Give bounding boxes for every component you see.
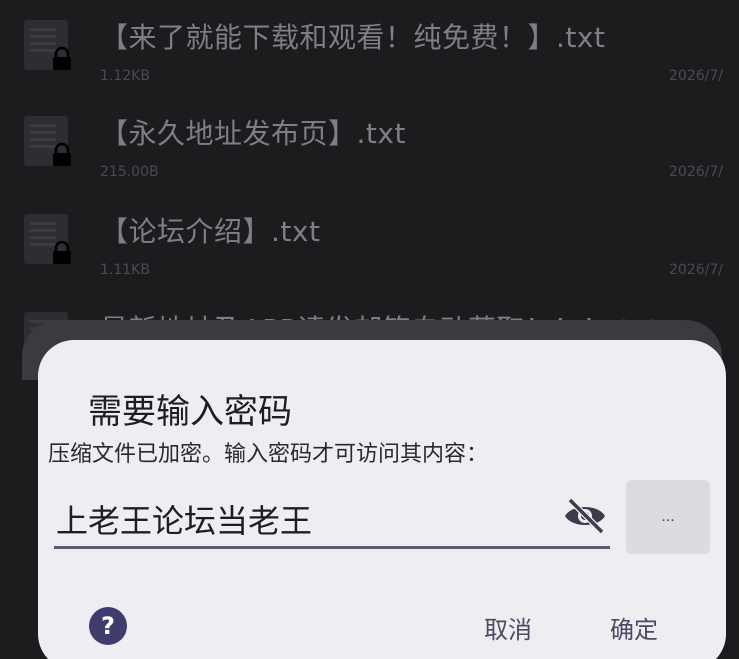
lock-icon <box>53 240 71 264</box>
file-row[interactable]: 【论坛介绍】.txt 1.11KB 2026/7/ <box>0 194 739 290</box>
dialog-title: 需要输入密码 <box>88 392 292 432</box>
file-row[interactable]: 【来了就能下载和观看！纯免费！】.txt 1.12KB 2026/7/ <box>0 0 739 96</box>
password-dialog: 需要输入密码 压缩文件已加密。输入密码才可访问其内容： 上老王论坛当老王 ...… <box>38 340 726 659</box>
dialog-message: 压缩文件已加密。输入密码才可访问其内容： <box>48 442 489 467</box>
screen: 【来了就能下载和观看！纯免费！】.txt 1.12KB 2026/7/ 【永久地… <box>0 0 739 659</box>
file-size: 1.11KB <box>100 262 150 278</box>
file-date: 2026/7/ <box>669 164 723 180</box>
svg-text:?: ? <box>101 612 115 640</box>
file-name: 【永久地址发布页】.txt <box>100 117 406 150</box>
password-value: 上老王论坛当老王 <box>56 502 313 540</box>
lock-icon <box>53 46 71 70</box>
question-circle-icon[interactable]: ? <box>88 606 128 646</box>
more-options-button[interactable]: ... <box>626 480 710 554</box>
file-row[interactable]: 【永久地址发布页】.txt 215.00B 2026/7/ <box>0 96 739 192</box>
file-name: 【论坛介绍】.txt <box>100 215 321 248</box>
file-size: 1.12KB <box>100 68 150 84</box>
cancel-button[interactable]: 取消 <box>484 610 532 645</box>
password-input[interactable]: 上老王论坛当老王 <box>54 488 610 549</box>
eye-off-icon[interactable] <box>562 496 608 536</box>
file-name: 【来了就能下载和观看！纯免费！】.txt <box>100 21 606 54</box>
file-size: 215.00B <box>100 164 159 180</box>
file-date: 2026/7/ <box>669 262 723 278</box>
file-list: 【来了就能下载和观看！纯免费！】.txt 1.12KB 2026/7/ 【永久地… <box>0 0 739 362</box>
lock-icon <box>53 142 71 166</box>
ok-button[interactable]: 确定 <box>610 610 658 645</box>
file-date: 2026/7/ <box>669 68 723 84</box>
